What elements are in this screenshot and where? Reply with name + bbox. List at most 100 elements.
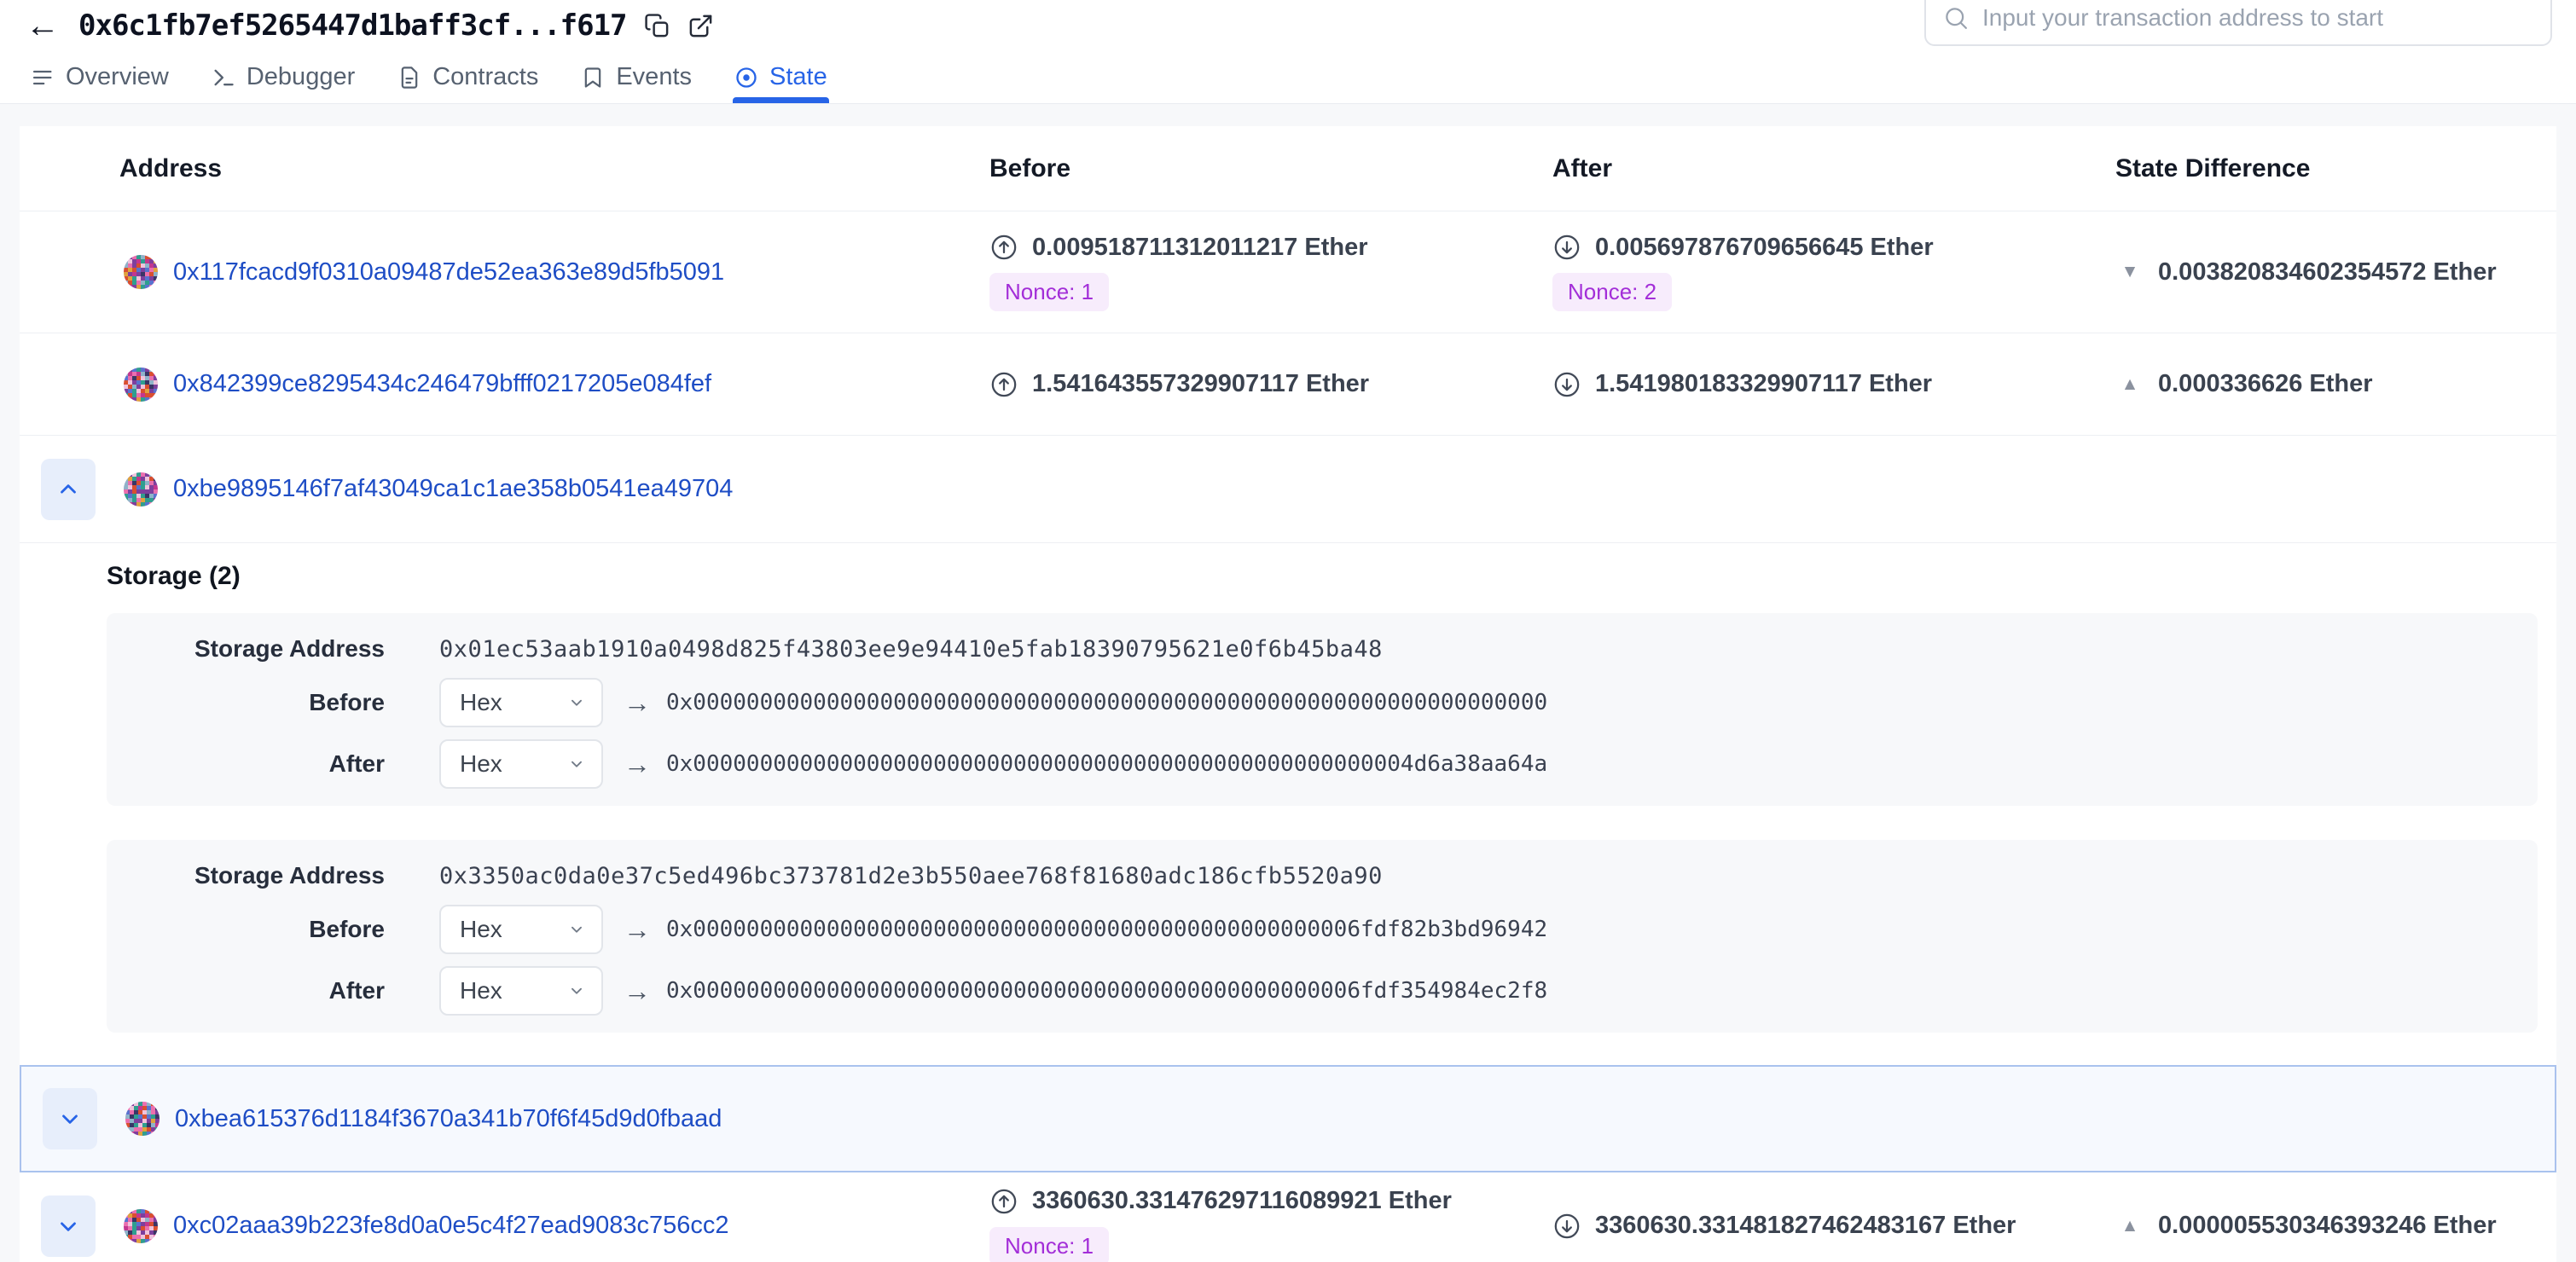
- format-select-value: Hex: [460, 689, 502, 716]
- column-header-state-difference: State Difference: [2115, 154, 2556, 183]
- arrow-right-icon: →: [624, 914, 651, 946]
- storage-address-value: 0x01ec53aab1910a0498d825f43803ee9e94410e…: [439, 636, 1383, 663]
- before-value: 1.541643557329907117 Ether: [1032, 370, 1369, 398]
- target-icon: [734, 66, 758, 90]
- table-header-row: Address Before After State Difference: [20, 126, 2556, 211]
- chevron-down-icon: [567, 920, 586, 939]
- storage-address-value: 0x3350ac0da0e37c5ed496bc373781d2e3b550ae…: [439, 863, 1383, 889]
- avatar: [124, 368, 158, 402]
- avatar: [124, 255, 158, 289]
- storage-entry: Storage Address 0x3350ac0da0e37c5ed496bc…: [107, 840, 2538, 1033]
- tab-debugger[interactable]: Debugger: [210, 51, 357, 103]
- table-row-selected: 0xbea615376d1184f3670a341b70f6f45d9d0fba…: [20, 1065, 2556, 1172]
- nonce-badge: Nonce: 1: [989, 273, 1109, 311]
- chevron-down-icon: [57, 1106, 83, 1132]
- search-input[interactable]: [1982, 4, 2533, 32]
- chevron-down-icon: [567, 755, 586, 773]
- table-row: 0x842399ce8295434c246479bfff0217205e084f…: [20, 333, 2556, 436]
- tab-overview[interactable]: Overview: [29, 51, 171, 103]
- tab-state[interactable]: State: [733, 51, 829, 103]
- storage-address-label: Storage Address: [107, 635, 385, 663]
- address-link[interactable]: 0x117fcacd9f0310a09487de52ea363e89d5fb50…: [173, 258, 724, 287]
- arrow-right-icon: →: [624, 687, 651, 719]
- diff-value: 0.000005530346393246 Ether: [2158, 1212, 2497, 1240]
- tab-label: Events: [616, 63, 692, 91]
- state-page: Address Before After State Difference 0x…: [0, 104, 2576, 1262]
- up-circle-icon: [989, 370, 1018, 399]
- table-row: 0xc02aaa39b223fe8d0a0e5c4f27ead9083c756c…: [20, 1172, 2556, 1262]
- avatar: [124, 1209, 158, 1243]
- list-icon: [31, 66, 55, 90]
- format-select-value: Hex: [460, 750, 502, 778]
- tab-label: State: [769, 63, 827, 91]
- up-circle-icon: [989, 233, 1018, 262]
- table-row: 0xbe9895146f7af43049ca1c1ae358b0541ea497…: [20, 436, 2556, 543]
- diff-value: 0.003820834602354572 Ether: [2158, 258, 2497, 287]
- topbar: ← 0x6c1fb7ef5265447d1baff3cf...f617: [0, 0, 2576, 51]
- after-hex-value: 0x00000000000000000000000000000000000000…: [666, 751, 1547, 777]
- avatar: [124, 472, 158, 507]
- search-box: [1924, 0, 2552, 46]
- down-circle-icon: [1552, 370, 1581, 399]
- tab-contracts[interactable]: Contracts: [396, 51, 540, 103]
- chevron-down-icon: [55, 1213, 81, 1239]
- address-link[interactable]: 0xbe9895146f7af43049ca1c1ae358b0541ea497…: [173, 475, 733, 503]
- tab-label: Overview: [66, 63, 169, 91]
- transaction-hash: 0x6c1fb7ef5265447d1baff3cf...f617: [78, 9, 627, 43]
- column-header-address: Address: [20, 154, 989, 183]
- nonce-badge: Nonce: 2: [1552, 273, 1672, 311]
- after-value: 1.541980183329907117 Ether: [1595, 370, 1932, 398]
- storage-entry: Storage Address 0x01ec53aab1910a0498d825…: [107, 613, 2538, 806]
- storage-title: Storage (2): [20, 562, 2556, 591]
- back-arrow-icon[interactable]: ←: [26, 9, 60, 43]
- tab-bar: Overview Debugger Contracts Events State: [0, 51, 2576, 104]
- expand-button[interactable]: [43, 1088, 97, 1149]
- tab-label: Debugger: [247, 63, 355, 91]
- chevron-down-icon: [567, 981, 586, 1000]
- up-circle-icon: [989, 1187, 1018, 1216]
- tab-events[interactable]: Events: [579, 51, 693, 103]
- external-link-icon[interactable]: [688, 13, 714, 39]
- storage-address-label: Storage Address: [107, 862, 385, 889]
- table-row: 0x117fcacd9f0310a09487de52ea363e89d5fb50…: [20, 211, 2556, 333]
- after-value: 0.005697876709656645 Ether: [1595, 234, 1934, 262]
- nonce-badge: Nonce: 1: [989, 1227, 1109, 1262]
- expand-button[interactable]: [41, 1195, 96, 1257]
- file-icon: [397, 66, 421, 90]
- address-link[interactable]: 0xc02aaa39b223fe8d0a0e5c4f27ead9083c756c…: [173, 1212, 728, 1240]
- arrow-right-icon: →: [624, 975, 651, 1007]
- format-select[interactable]: Hex: [439, 739, 603, 789]
- down-circle-icon: [1552, 1212, 1581, 1241]
- column-header-before: Before: [989, 154, 1552, 183]
- search-icon: [1943, 5, 1969, 31]
- format-select[interactable]: Hex: [439, 678, 603, 727]
- before-label: Before: [107, 689, 385, 716]
- before-label: Before: [107, 916, 385, 943]
- before-value: 0.009518711312011217 Ether: [1032, 234, 1367, 262]
- address-link[interactable]: 0x842399ce8295434c246479bfff0217205e084f…: [173, 370, 711, 398]
- bookmark-icon: [581, 66, 605, 90]
- triangle-up-icon: ▲: [2115, 1216, 2144, 1236]
- chevron-up-icon: [55, 477, 81, 502]
- format-select[interactable]: Hex: [439, 905, 603, 954]
- down-circle-icon: [1552, 233, 1581, 262]
- after-hex-value: 0x00000000000000000000000000000000000000…: [666, 978, 1547, 1004]
- copy-icon[interactable]: [644, 13, 670, 39]
- after-label: After: [107, 750, 385, 778]
- chevron-down-icon: [567, 693, 586, 712]
- collapse-button[interactable]: [41, 459, 96, 520]
- avatar: [125, 1102, 160, 1136]
- before-hex-value: 0x00000000000000000000000000000000000000…: [666, 690, 1547, 715]
- diff-value: 0.000336626 Ether: [2158, 370, 2373, 398]
- after-label: After: [107, 977, 385, 1004]
- after-value: 3360630.331481827462483167 Ether: [1595, 1212, 2016, 1240]
- format-select[interactable]: Hex: [439, 966, 603, 1016]
- address-link[interactable]: 0xbea615376d1184f3670a341b70f6f45d9d0fba…: [175, 1105, 722, 1133]
- triangle-down-icon: ▼: [2115, 262, 2144, 282]
- before-value: 3360630.331476297116089921 Ether: [1032, 1187, 1452, 1215]
- storage-section: Storage (2) Storage Address 0x01ec53aab1…: [20, 543, 2556, 1065]
- tab-label: Contracts: [432, 63, 538, 91]
- format-select-value: Hex: [460, 916, 502, 943]
- triangle-up-icon: ▲: [2115, 374, 2144, 395]
- column-header-after: After: [1552, 154, 2115, 183]
